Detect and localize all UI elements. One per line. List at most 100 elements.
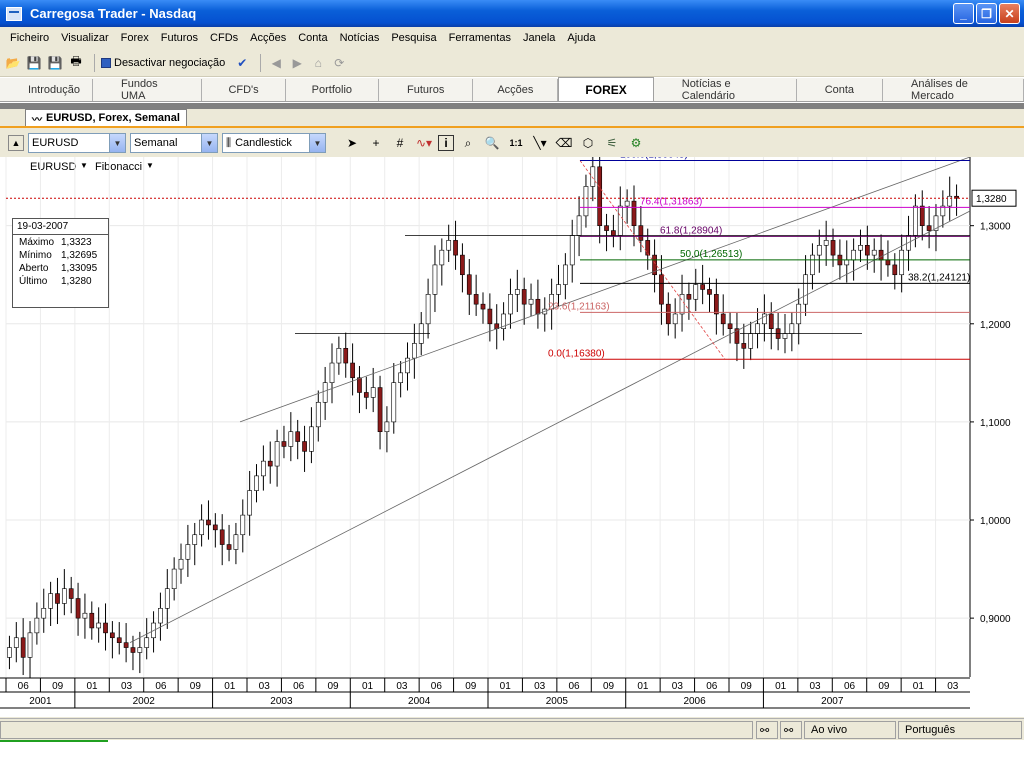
candle-body <box>700 284 705 290</box>
tab-noticias-calendario[interactable]: Notícias e Calendário <box>654 78 797 102</box>
candle-settings-icon[interactable]: ⚙ <box>626 133 646 153</box>
info-row-min: Mínimo 1,32695 <box>19 250 98 261</box>
candle-body <box>192 534 198 545</box>
deactivate-trading-button[interactable]: Desactivar negociação <box>114 57 225 69</box>
tab-conta[interactable]: Conta <box>797 79 884 101</box>
candle-body <box>7 647 12 658</box>
indicator-icon[interactable]: ∿▾ <box>414 133 434 153</box>
crosshair-icon[interactable]: + <box>366 133 386 153</box>
candle-body <box>913 205 918 236</box>
menu-ficheiro[interactable]: Ficheiro <box>4 32 55 44</box>
candle-body <box>816 245 822 256</box>
checkmark-icon[interactable]: ✔ <box>233 54 251 72</box>
x-tick-label: 09 <box>878 681 890 692</box>
tab-cfds[interactable]: CFD's <box>202 79 286 101</box>
chart-type-select[interactable]: ⫼ Candlestick ▼ <box>222 133 326 153</box>
save-icon[interactable]: 💾 <box>25 54 43 72</box>
symbol-select[interactable]: EURUSD ▼ <box>28 133 126 153</box>
chart-plot-area[interactable]: EURUSD ▼ Fibonacci ▼ 0,9000 1,0000 1,1000 1… <box>0 157 1024 717</box>
scroll-up-icon[interactable]: ▲ <box>8 135 24 151</box>
candle-body <box>858 245 863 251</box>
save-all-icon[interactable]: 💾 <box>46 54 64 72</box>
trendline-icon[interactable]: ╲▾ <box>530 133 550 153</box>
candle-body <box>508 294 513 315</box>
x-tick-label: 03 <box>947 681 959 692</box>
x-tick-label: 03 <box>810 681 822 692</box>
menu-pesquisa[interactable]: Pesquisa <box>385 32 442 44</box>
chevron-down-icon: ▼ <box>109 134 125 152</box>
menu-cfds[interactable]: CFDs <box>204 32 244 44</box>
menu-futuros[interactable]: Futuros <box>155 32 204 44</box>
connection-icon[interactable]: ⚯ <box>756 721 778 739</box>
info-row-max: Máximo 1,3323 <box>19 237 92 248</box>
candle-body <box>34 617 40 634</box>
home-icon[interactable]: ⌂ <box>309 54 327 72</box>
close-button[interactable]: ✕ <box>999 3 1020 24</box>
fibonacci-label: 23.6(1,21163) <box>548 301 610 312</box>
menu-visualizar[interactable]: Visualizar <box>55 32 115 44</box>
tab-fundos-uma[interactable]: Fundos UMA <box>93 78 203 102</box>
candle-body <box>391 382 397 423</box>
fibonacci-label: 100.0(1,36645) <box>620 157 688 160</box>
pointer-icon[interactable]: ➤ <box>342 133 362 153</box>
grid-icon[interactable]: # <box>390 133 410 153</box>
price-chart[interactable]: 0,9000 1,0000 1,1000 1,2000 1,3000 06 09 01 03 06… <box>0 157 1024 717</box>
candle-body <box>878 249 884 261</box>
info-icon[interactable]: i <box>438 135 454 151</box>
candle-body <box>89 612 95 629</box>
minimize-button[interactable]: _ <box>953 3 974 24</box>
candle-body <box>645 240 651 256</box>
menu-accoes[interactable]: Acções <box>244 32 292 44</box>
menu-forex[interactable]: Forex <box>115 32 155 44</box>
candle-body <box>789 323 795 334</box>
print-icon[interactable]: 🖶 <box>67 54 85 72</box>
candle-body <box>20 637 26 658</box>
candle-body <box>803 274 808 305</box>
fibonacci-tool-icon[interactable]: ⚟ <box>602 133 622 153</box>
x-tick-label: 01 <box>913 681 925 692</box>
candle-body <box>665 303 671 325</box>
candle-body <box>240 514 246 536</box>
period-select[interactable]: Semanal ▼ <box>130 133 218 153</box>
tab-forex[interactable]: FOREX <box>558 77 654 101</box>
zoom-area-icon[interactable]: ⌕ <box>458 133 478 153</box>
year-label: 2004 <box>408 696 431 707</box>
link-icon[interactable]: ⚯ <box>780 721 802 739</box>
shapes-icon[interactable]: ⬡ <box>578 133 598 153</box>
menu-ajuda[interactable]: Ajuda <box>561 32 601 44</box>
tab-portfolio[interactable]: Portfolio <box>286 79 380 101</box>
info-row-open: Aberto 1,33095 <box>19 263 98 274</box>
zoom-icon[interactable]: 🔍 <box>482 133 502 153</box>
y-tick-label: 0,9000 <box>980 614 1011 625</box>
tab-introducao[interactable]: Introdução <box>0 79 93 101</box>
candle-body <box>864 245 870 256</box>
refresh-icon[interactable]: ⟳ <box>330 54 348 72</box>
candle-body <box>487 308 493 325</box>
fibonacci-label: 61.8(1,28904) <box>660 225 722 236</box>
candle-body <box>206 519 211 526</box>
candle-body <box>377 387 383 433</box>
menu-noticias[interactable]: Notícias <box>334 32 386 44</box>
candle-body <box>885 259 891 266</box>
menu-ferramentas[interactable]: Ferramentas <box>443 32 517 44</box>
restore-button[interactable]: ❐ <box>976 3 997 24</box>
forward-icon[interactable]: ▶ <box>288 54 306 72</box>
tab-futuros[interactable]: Futuros <box>379 79 474 101</box>
deactivate-trading-icon[interactable] <box>101 57 111 68</box>
candle-body <box>398 372 403 383</box>
candle-body <box>370 387 376 398</box>
candle-body <box>178 558 184 570</box>
candle-body <box>679 294 685 315</box>
zoom-1to1-icon[interactable]: 1:1 <box>506 133 526 153</box>
menu-janela[interactable]: Janela <box>517 32 561 44</box>
eraser-icon[interactable]: ⌫ <box>554 133 574 153</box>
back-icon[interactable]: ◀ <box>267 54 285 72</box>
chart-window-tab[interactable]: 〰 EURUSD, Forex, Semanal <box>25 109 187 126</box>
year-label: 2006 <box>683 696 706 707</box>
candle-body <box>741 343 747 349</box>
menu-conta[interactable]: Conta <box>292 32 333 44</box>
tab-analises-mercado[interactable]: Análises de Mercado <box>883 78 1024 102</box>
trendline <box>239 157 971 423</box>
open-folder-icon[interactable]: 📂 <box>4 54 22 72</box>
tab-accoes[interactable]: Acções <box>473 79 559 101</box>
